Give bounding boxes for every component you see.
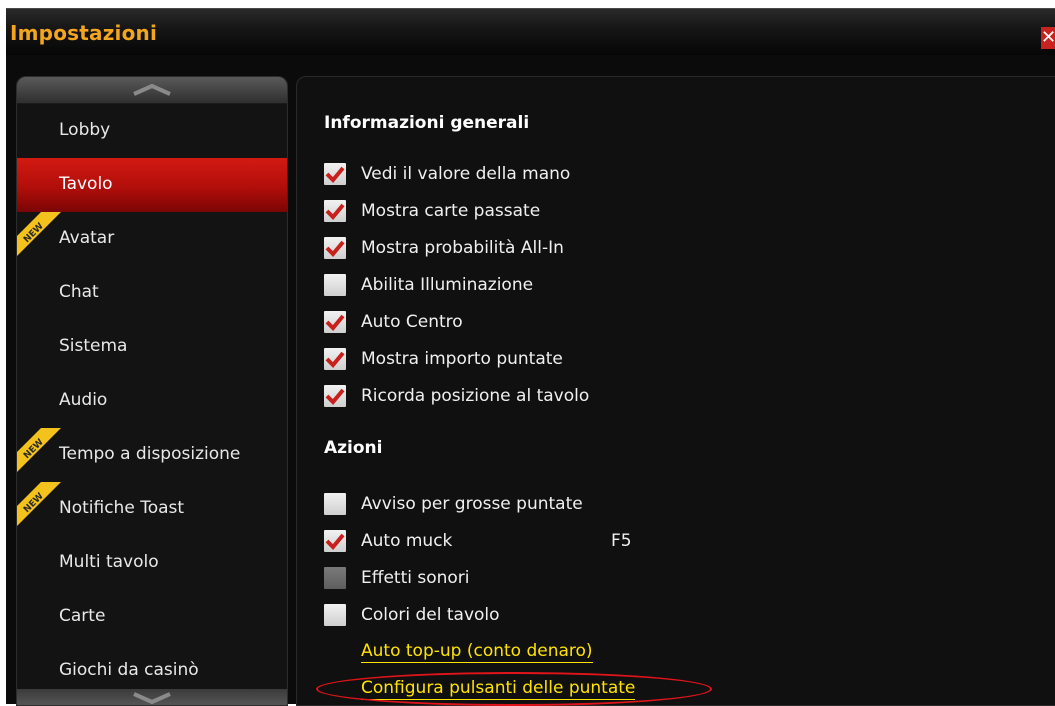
sidebar-item-label: Chat [59, 282, 99, 302]
checkmark-icon [325, 533, 345, 550]
sidebar-item-avatar[interactable]: NEW Avatar [17, 212, 287, 266]
close-button[interactable]: ✕ [1041, 27, 1055, 49]
sidebar-item-label: Tempo a disposizione [59, 444, 241, 464]
settings-window: Impostazioni ✕ Lobby Tavolo NEW Avatar C… [6, 8, 1055, 706]
hotkey-label: F5 [611, 531, 632, 551]
new-badge: NEW [17, 482, 61, 526]
chevron-up-icon [133, 83, 171, 96]
option-label: Effetti sonori [361, 568, 470, 588]
checkbox[interactable] [324, 274, 346, 296]
checkbox[interactable] [324, 385, 346, 407]
sidebar-item-label: Lobby [59, 120, 111, 140]
checkbox[interactable] [324, 237, 346, 259]
new-badge: NEW [17, 212, 61, 256]
checkbox[interactable] [324, 567, 346, 589]
section-title-actions: Azioni [324, 438, 383, 458]
auto-top-up-link[interactable]: Auto top-up (conto denaro) [361, 641, 593, 663]
sidebar-item-label: Sistema [59, 336, 128, 356]
sidebar-item-multi-tavolo[interactable]: Multi tavolo [17, 536, 287, 590]
option-label: Avviso per grosse puntate [361, 494, 583, 514]
window-title: Impostazioni [10, 21, 158, 45]
section-title-general: Informazioni generali [324, 113, 530, 133]
option-label: Auto muck [361, 531, 453, 551]
sidebar-item-label: Notifiche Toast [59, 498, 185, 518]
settings-sidebar: Lobby Tavolo NEW Avatar Chat Sistema Aud… [16, 76, 288, 706]
sidebar-item-notifiche-toast[interactable]: NEW Notifiche Toast [17, 482, 287, 536]
checkbox[interactable] [324, 604, 346, 626]
sidebar-item-chat[interactable]: Chat [17, 266, 287, 320]
new-badge: NEW [17, 428, 61, 472]
sidebar-scroll-down-button[interactable] [17, 689, 287, 705]
sidebar-item-label: Tavolo [59, 174, 113, 194]
checkmark-icon [325, 314, 345, 331]
checkmark-icon [325, 240, 345, 257]
checkmark-icon [325, 351, 345, 368]
checkbox[interactable] [324, 311, 346, 333]
option-label: Mostra probabilità All-In [361, 238, 564, 258]
checkbox[interactable] [324, 530, 346, 552]
option-label: Abilita Illuminazione [361, 275, 534, 295]
chevron-down-icon [133, 692, 171, 705]
sidebar-item-sistema[interactable]: Sistema [17, 320, 287, 374]
checkbox[interactable] [324, 163, 346, 185]
option-label: Mostra carte passate [361, 201, 541, 221]
checkmark-icon [325, 388, 345, 405]
option-label: Ricorda posizione al tavolo [361, 386, 590, 406]
sidebar-item-audio[interactable]: Audio [17, 374, 287, 428]
sidebar-item-tavolo[interactable]: Tavolo [17, 158, 287, 212]
option-label: Vedi il valore della mano [361, 164, 571, 184]
checkmark-icon [325, 166, 345, 183]
option-label: Auto Centro [361, 312, 463, 332]
checkmark-icon [325, 203, 345, 220]
sidebar-item-label: Carte [59, 606, 106, 626]
checkbox[interactable] [324, 493, 346, 515]
title-bar: Impostazioni ✕ [6, 8, 1055, 55]
sidebar-item-lobby[interactable]: Lobby [17, 104, 287, 158]
sidebar-item-label: Giochi da casinò [59, 660, 199, 680]
sidebar-scroll-up-button[interactable] [17, 77, 287, 104]
sidebar-item-carte[interactable]: Carte [17, 590, 287, 644]
option-label: Colori del tavolo [361, 605, 500, 625]
checkbox[interactable] [324, 200, 346, 222]
sidebar-item-label: Multi tavolo [59, 552, 159, 572]
sidebar-item-tempo-a-disposizione[interactable]: NEW Tempo a disposizione [17, 428, 287, 482]
close-icon: ✕ [1041, 27, 1055, 48]
checkbox[interactable] [324, 348, 346, 370]
settings-panel: Informazioni generali Vedi il valore del… [296, 76, 1055, 706]
sidebar-item-label: Audio [59, 390, 108, 410]
sidebar-item-label: Avatar [59, 228, 115, 248]
highlight-annotation [316, 672, 712, 706]
option-label: Mostra importo puntate [361, 349, 563, 369]
